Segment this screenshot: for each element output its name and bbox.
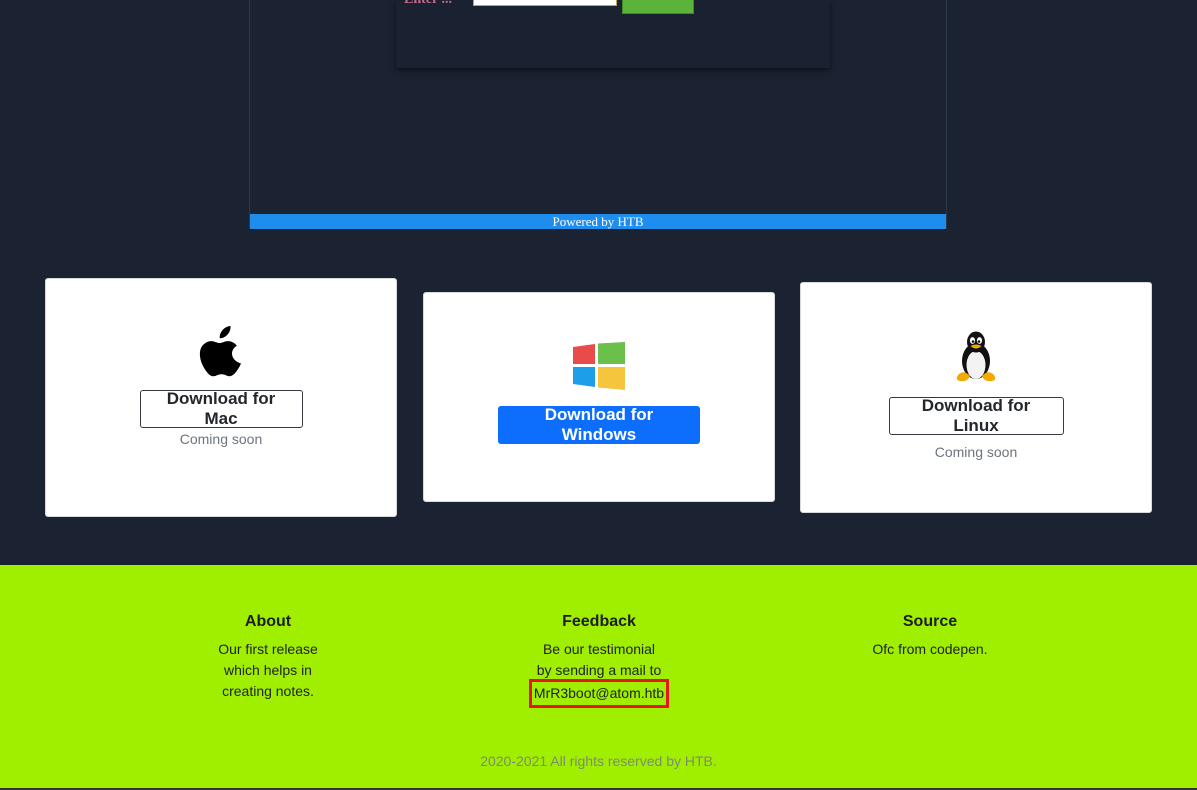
- footer-source-line: Ofc from codepen.: [872, 641, 988, 657]
- mac-coming-soon: Coming soon: [179, 431, 263, 447]
- footer: About Our first release which helps in c…: [0, 565, 1197, 790]
- footer-feedback-title: Feedback: [562, 613, 636, 630]
- footer-about-line: which helps in: [224, 662, 312, 678]
- preview-input[interactable]: [473, 0, 617, 6]
- preview-login-card: Enter ...: [396, 0, 830, 68]
- download-card-mac: Download for Mac Coming soon: [45, 278, 397, 517]
- footer-about: About Our first release which helps in c…: [168, 613, 368, 702]
- footer-feedback-line: by sending a mail to: [536, 662, 662, 678]
- preview-submit-button[interactable]: [622, 0, 694, 14]
- footer-source: Source Ofc from codepen.: [830, 613, 1030, 660]
- footer-source-title: Source: [902, 613, 958, 630]
- download-card-windows: Download for Windows: [423, 292, 775, 502]
- download-card-linux: Download for Linux Coming soon: [800, 282, 1152, 513]
- copyright-text: 2020-2021 All rights reserved by HTB.: [480, 753, 717, 769]
- footer-about-line: creating notes.: [222, 683, 314, 699]
- footer-feedback: Feedback Be our testimonial by sending a…: [499, 613, 699, 708]
- download-windows-button[interactable]: Download for Windows: [498, 405, 700, 444]
- linux-tux-icon: [956, 331, 996, 382]
- app-preview-frame: Enter ... Powered by HTB: [249, 0, 947, 229]
- apple-icon: [199, 326, 241, 377]
- powered-by-bar: Powered by HTB: [250, 214, 946, 229]
- footer-about-title: About: [244, 613, 292, 630]
- linux-coming-soon: Coming soon: [934, 444, 1018, 460]
- download-linux-button[interactable]: Download for Linux: [888, 396, 1064, 435]
- footer-feedback-line: Be our testimonial: [542, 641, 656, 657]
- feedback-email-link[interactable]: MrR3boot@atom.htb: [528, 679, 670, 708]
- footer-about-line: Our first release: [218, 641, 318, 657]
- download-mac-button[interactable]: Download for Mac: [139, 389, 303, 428]
- preview-label: Enter ...: [404, 0, 452, 8]
- windows-icon: [573, 342, 625, 390]
